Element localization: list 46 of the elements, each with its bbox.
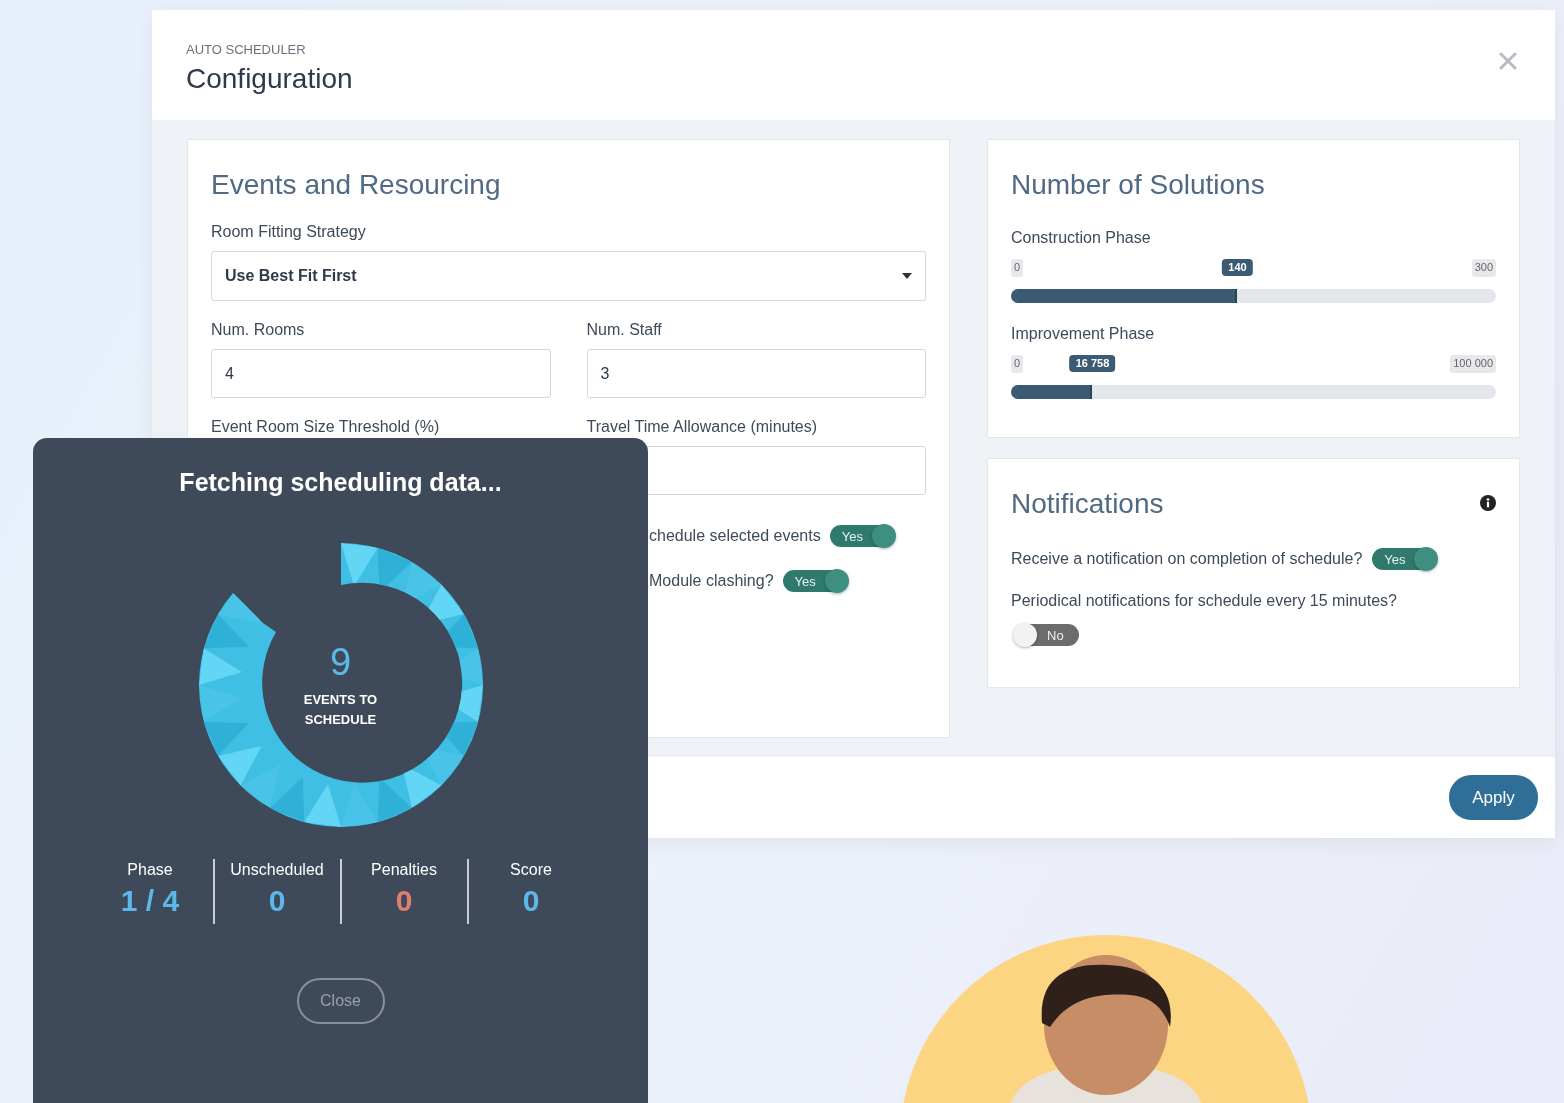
min-value: 0 — [1011, 259, 1024, 277]
count-label: EVENTS TO SCHEDULE — [302, 690, 379, 729]
slider-track[interactable] — [1011, 289, 1496, 303]
close-button[interactable]: Close — [296, 978, 385, 1024]
max-value: 300 — [1471, 259, 1496, 277]
strategy-dropdown[interactable]: Use Best Fit First — [211, 251, 926, 301]
slider-track[interactable] — [1011, 385, 1496, 399]
rooms-input[interactable]: 4 — [211, 349, 551, 398]
value-bubble: 16 758 — [1069, 355, 1116, 372]
stat-label: Unscheduled — [229, 861, 325, 879]
field-label: Num. Rooms — [211, 321, 306, 339]
field-label: Event Room Size Threshold (%) — [211, 418, 441, 436]
toggle-switch[interactable]: No — [1015, 624, 1079, 646]
dialog-title: Fetching scheduling data... — [179, 468, 502, 497]
stat-value: 0 — [267, 884, 287, 918]
slider-label: Improvement Phase — [1011, 325, 1156, 343]
value-bubble: 140 — [1222, 259, 1253, 276]
toggle-switch[interactable]: Yes — [829, 525, 894, 547]
staff-input[interactable]: 3 — [586, 349, 926, 398]
field-label: Travel Time Allowance (minutes) — [586, 418, 819, 436]
toggle-label: Module clashing? — [649, 572, 774, 590]
info-icon[interactable] — [1480, 495, 1496, 511]
apply-button[interactable]: Apply — [1449, 775, 1538, 820]
caret-icon — [902, 273, 912, 279]
toggle-label: Receive a notification on completion of schedule? — [1011, 550, 1363, 568]
card-title: Number of Solutions — [1011, 169, 1266, 201]
card-title: Events and Resourcing — [211, 169, 502, 201]
field-label: Num. Staff — [586, 321, 663, 339]
toggle-switch[interactable]: Yes — [1372, 548, 1437, 570]
max-value: 100 000 — [1450, 355, 1496, 373]
toggle-label: Periodical notifications for schedule every 15 minutes? — [1011, 592, 1397, 609]
toggle-label: chedule selected events — [649, 527, 821, 545]
modal-title: Configuration — [186, 63, 354, 95]
toggle-switch[interactable]: Yes — [782, 570, 847, 592]
stat-value: 0 — [394, 884, 414, 918]
slider-label: Construction Phase — [1011, 229, 1152, 247]
min-value: 0 — [1011, 355, 1024, 373]
event-count: 9 — [329, 640, 352, 684]
stat-value: 0 — [521, 884, 541, 918]
stat-label: Score — [509, 861, 553, 879]
stat-label: Penalties — [370, 861, 438, 879]
stat-value: 1 / 4 — [119, 884, 181, 918]
field-label: Room Fitting Strategy — [211, 223, 367, 241]
modal-eyebrow: AUTO SCHEDULER — [186, 42, 307, 57]
card-title: Notifications — [1011, 488, 1164, 520]
stat-label: Phase — [126, 861, 174, 879]
